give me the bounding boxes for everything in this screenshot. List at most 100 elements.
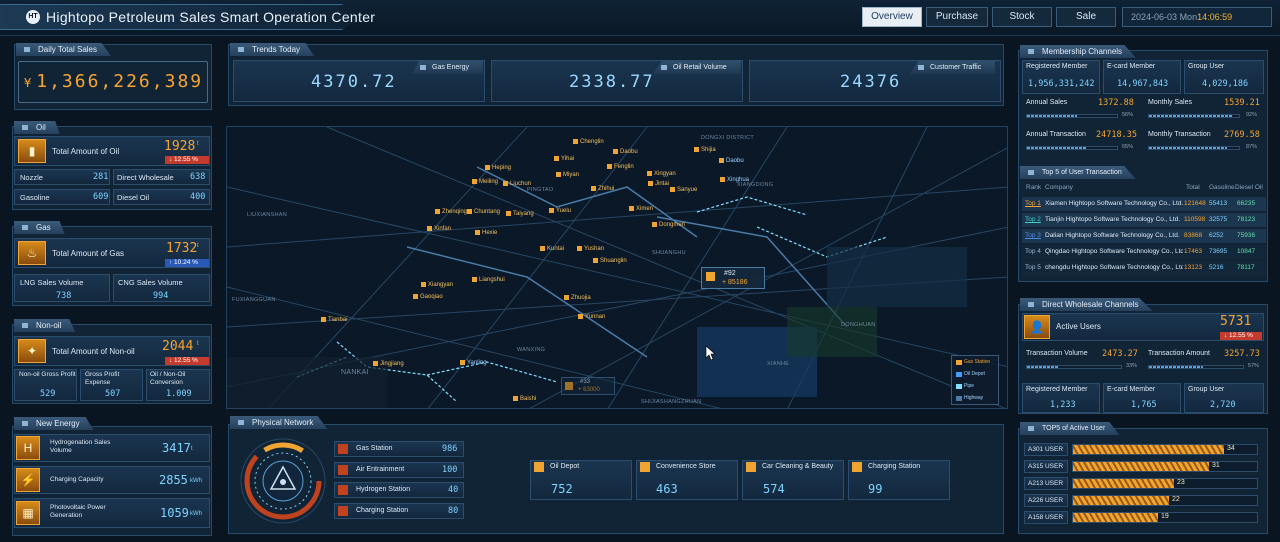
top5-diesel: 78117	[1237, 264, 1255, 271]
membership-annual-transaction-pct: 65%	[1122, 144, 1134, 150]
map-poi[interactable]: Sanyue	[670, 187, 697, 193]
active-user-row[interactable]: A226 USER 22	[1024, 494, 1260, 507]
membership-monthly-transaction-value: 2769.58	[1224, 130, 1260, 140]
map-poi[interactable]: Daobu	[613, 149, 638, 155]
map-poi[interactable]: Meiling	[472, 179, 498, 185]
legend-pipe-swatch	[956, 384, 962, 389]
oil-stat-diesel-label: Diesel Oil	[117, 193, 150, 202]
map-poi[interactable]: Heping	[485, 165, 511, 171]
active-user-value: 34	[1227, 445, 1235, 452]
map-tooltip-title: #92	[724, 270, 736, 277]
active-user-row[interactable]: A158 USER 19	[1024, 511, 1260, 524]
oil-total-value: 1928	[164, 139, 196, 154]
membership-group-value: 4,029,186	[1202, 79, 1249, 89]
map-poi[interactable]: Hexie	[475, 230, 497, 236]
map-poi[interactable]: Ximen	[629, 206, 653, 212]
map-district: DONGXI DISTRICT	[701, 135, 755, 141]
membership-annual-sales-pct: 56%	[1122, 112, 1134, 118]
physical-card-charging-station-value: 99	[868, 482, 883, 496]
map-poi[interactable]: Shijia	[694, 147, 716, 153]
city-map[interactable]: Chenglin Daobu Shijia Yihai Miyan Xingya…	[226, 126, 1008, 409]
map-tooltip-faded[interactable]: #33 + 63000	[561, 377, 615, 395]
top5-diesel: 78123	[1237, 216, 1256, 223]
map-poi[interactable]: Yushan	[577, 246, 604, 252]
nonoil-change-badge: ↓ 12.55 %	[165, 357, 209, 365]
map-poi[interactable]: Fenglin	[607, 164, 634, 170]
map-poi[interactable]: Yunnan	[578, 314, 605, 320]
table-row[interactable]: Top 1 Xiamen Hightopo Software Technology…	[1022, 197, 1266, 211]
physical-card-oil-depot	[530, 460, 632, 500]
map-poi[interactable]: Yanling	[460, 360, 487, 366]
nonoil-stat-expense-label: Gross Profit Expense	[85, 371, 120, 386]
wholesale-tx-volume-bar	[1026, 365, 1122, 369]
legend-label: Oil Depot	[964, 371, 985, 377]
map-poi[interactable]: Shuanglin	[593, 258, 627, 264]
map-poi[interactable]: Zhenqing	[435, 209, 467, 215]
map-poi[interactable]: Zhihui	[591, 186, 614, 192]
wholesale-change-value: ↓ 12.55	[1224, 332, 1246, 339]
top5-gasoline: 73695	[1209, 248, 1228, 255]
top5-total: 83868	[1184, 232, 1203, 239]
table-row[interactable]: Top 5 chengdu Hightopo Software Technolog…	[1022, 261, 1266, 275]
wholesale-group-label: Group User	[1188, 386, 1225, 393]
map-poi[interactable]: Kuntai	[540, 246, 564, 252]
map-poi[interactable]: Baishi	[513, 396, 536, 402]
top5-diesel: 75936	[1237, 232, 1256, 239]
table-row[interactable]: Top 2 Tianjin Hightopo Software Technolog…	[1022, 213, 1266, 227]
map-poi[interactable]: Daobu	[719, 158, 744, 164]
map-poi[interactable]: Zhuojia	[564, 295, 591, 301]
map-poi[interactable]: Xinfan	[427, 226, 451, 232]
map-district: SHUANGHU	[652, 250, 686, 256]
nonoil-change-value: ↓ 12.55	[169, 357, 191, 364]
top5-gasoline: 5216	[1209, 264, 1224, 271]
wholesale-tx-amount: Transaction Amount 3257.73 57%	[1144, 347, 1264, 375]
nonoil-total-unit: t	[197, 341, 199, 347]
map-poi[interactable]: Yuelu	[549, 208, 571, 214]
map-tooltip[interactable]: #92 + 85186	[701, 267, 765, 289]
nav-tab-purchase[interactable]: Purchase	[926, 7, 988, 27]
nav-tab-sale[interactable]: Sale	[1056, 7, 1116, 27]
gas-station-icon	[565, 382, 573, 390]
top5-company: Tianjin Hightopo Software Technology Co.…	[1045, 216, 1181, 223]
membership-monthly-transaction-bar	[1148, 146, 1240, 150]
physical-charging-station-label: Charging Station	[356, 507, 409, 514]
membership-ecard-value: 14,967,843	[1117, 79, 1169, 89]
nav-tab-overview[interactable]: Overview	[862, 7, 922, 27]
map-poi[interactable]: Miyan	[556, 172, 579, 178]
active-user-row[interactable]: A213 USER 23	[1024, 477, 1260, 490]
top5-total: 121648	[1184, 200, 1206, 207]
map-poi[interactable]: Chuntang	[467, 209, 500, 215]
gas-change-unit: %	[192, 259, 198, 266]
map-poi[interactable]: Taiyang	[506, 211, 534, 217]
top5-col-gasoline: Gasoline	[1209, 184, 1235, 191]
physical-card-convenience-store-value: 463	[656, 482, 678, 496]
map-poi[interactable]: Liangshui	[472, 277, 505, 283]
nav-tab-stock[interactable]: Stock	[992, 7, 1052, 27]
top5-company: Xiamen Hightopo Software Technology Co.,…	[1045, 200, 1183, 207]
map-poi[interactable]: Jingjiang	[373, 361, 404, 367]
map-poi[interactable]: Jintai	[648, 181, 669, 187]
top5-total: 110598	[1184, 216, 1206, 223]
active-user-row[interactable]: A315 USER 31	[1024, 460, 1260, 473]
map-district: XIANHE	[767, 361, 790, 367]
map-legend: Gas Station Oil Depot Pipe Highway	[951, 355, 999, 405]
table-row[interactable]: Top 3 Dalian Hightopo Software Technology…	[1022, 229, 1266, 243]
active-user-bar	[1073, 445, 1224, 454]
physical-network-title: Physical Network	[230, 416, 328, 429]
map-poi[interactable]: Gaoqiao	[413, 294, 443, 300]
map-poi[interactable]: Chenglin	[573, 139, 604, 145]
map-poi[interactable]: Xiangyan	[421, 282, 453, 288]
active-user-row[interactable]: A301 USER 34	[1024, 443, 1260, 456]
map-district: DONGHUAN	[841, 322, 876, 328]
top5-diesel: 10847	[1237, 248, 1256, 255]
wholesale-tx-volume-label: Transaction Volume	[1026, 350, 1088, 357]
wholesale-group-value: 2,720	[1210, 400, 1236, 410]
map-poi[interactable]: Xingyan	[647, 171, 676, 177]
map-poi[interactable]: Dongmen	[652, 222, 685, 228]
map-poi[interactable]: Tianbai	[321, 317, 347, 323]
oil-total-unit: t	[197, 141, 199, 147]
gas-total-label: Total Amount of Gas	[52, 249, 125, 258]
map-poi[interactable]: Yihai	[554, 156, 574, 162]
new-energy-charging-value: 2855	[159, 473, 188, 487]
table-row[interactable]: Top 4 Qingdao Hightopo Software Technolog…	[1022, 245, 1266, 259]
